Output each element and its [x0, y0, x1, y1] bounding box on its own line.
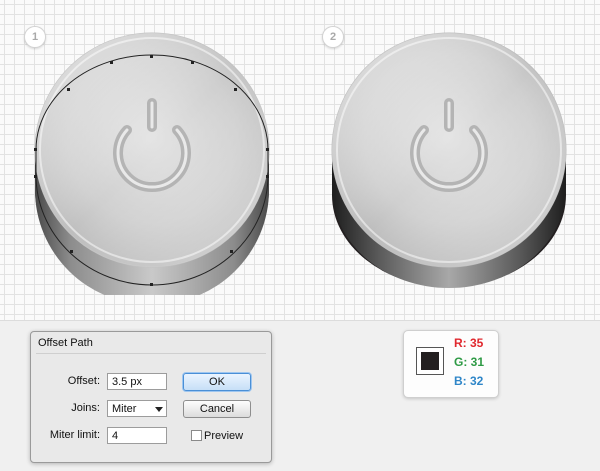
joins-label: Joins: — [71, 402, 100, 414]
offset-path-dialog: Offset Path Offset: 3.5 px Joins: Miter … — [30, 331, 272, 463]
dialog-body: Offset: 3.5 px Joins: Miter Miter limit:… — [36, 353, 266, 458]
preview-label[interactable]: Preview — [204, 430, 254, 442]
joins-select[interactable]: Miter — [107, 400, 167, 417]
chevron-down-icon — [155, 407, 163, 412]
blue-value: B: 32 — [454, 374, 484, 388]
preview-checkbox[interactable] — [191, 430, 202, 441]
miter-limit-label: Miter limit: — [49, 429, 100, 441]
offset-label: Offset: — [67, 375, 100, 387]
joins-select-value: Miter — [112, 403, 137, 415]
miter-limit-input[interactable]: 4 — [107, 427, 167, 444]
color-swatch — [416, 347, 444, 375]
ok-button[interactable]: OK — [183, 373, 251, 391]
red-value: R: 35 — [454, 336, 484, 350]
offset-input[interactable]: 3.5 px — [107, 373, 167, 390]
dialog-title: Offset Path — [38, 337, 93, 349]
color-value-card: R: 35 G: 31 B: 32 — [403, 330, 499, 398]
green-value: G: 31 — [454, 355, 485, 369]
color-swatch-fill — [421, 352, 439, 370]
metal-power-button-2 — [331, 32, 567, 288]
metal-power-button-1 — [34, 32, 270, 295]
cancel-button[interactable]: Cancel — [183, 400, 251, 418]
